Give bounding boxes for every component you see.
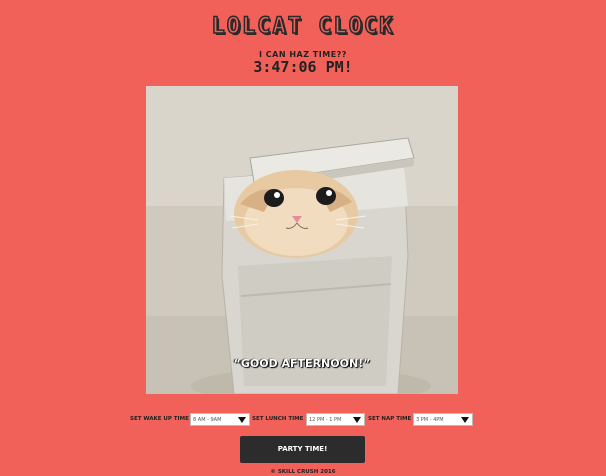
lolcat-image [146,86,458,394]
footer-copyright: © SKILL CRUSH 2016 [270,469,336,475]
nap-label: SET NAP TIME [368,416,412,422]
nap-select[interactable]: 3 PM - 4PM [413,413,473,426]
page-title: LOLCAT CLOCK [211,13,395,40]
clock-time: 3:47:06 PM! [253,58,353,76]
wake-up-value: 8 AM - 9AM [193,417,222,423]
lunch-label: SET LUNCH TIME [252,416,304,422]
nap-value: 3 PM - 4PM [416,417,444,423]
wake-up-label: SET WAKE UP TIME [130,416,189,422]
chevron-down-icon [353,417,361,423]
wake-up-select[interactable]: 8 AM - 9AM [190,413,250,426]
chevron-down-icon [461,417,469,423]
schedule-controls: SET WAKE UP TIME 8 AM - 9AM SET LUNCH TI… [0,413,606,427]
party-time-button[interactable]: PARTY TIME! [240,436,365,463]
lunch-value: 12 PM - 1 PM [309,417,342,423]
lunch-select[interactable]: 12 PM - 1 PM [306,413,365,426]
greeting-message: “GOOD AFTERNOON!” [233,357,371,370]
chevron-down-icon [238,417,246,423]
